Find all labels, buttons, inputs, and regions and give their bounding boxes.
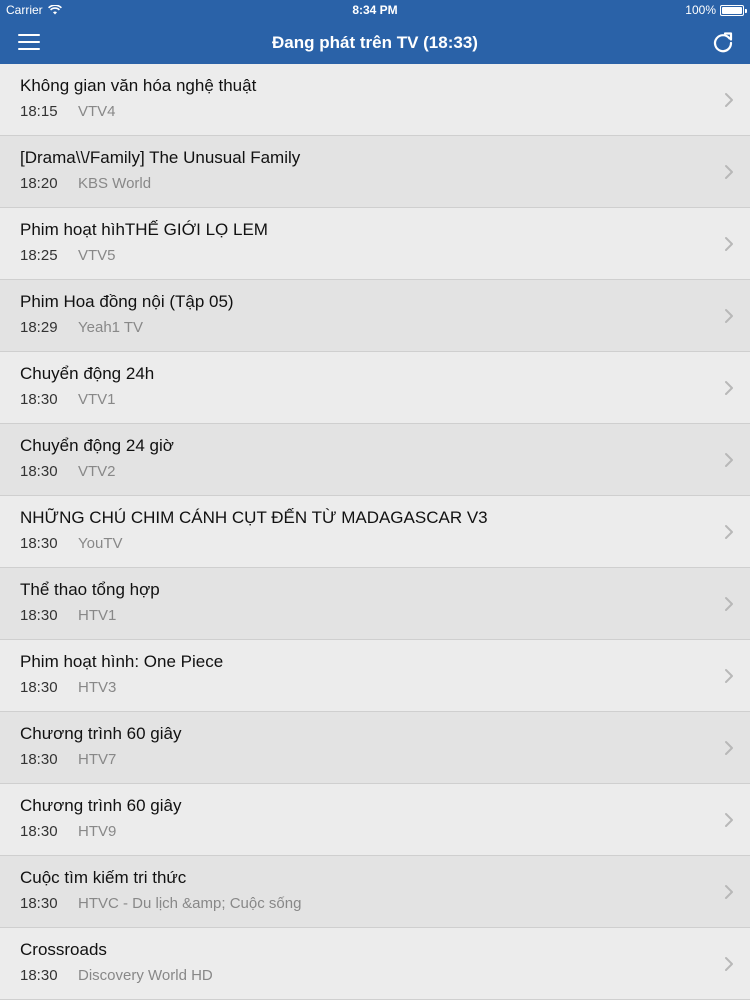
chevron-right-icon	[725, 237, 733, 251]
refresh-button[interactable]	[710, 30, 736, 56]
program-channel: YouTV	[78, 535, 123, 552]
program-title: Crossroads	[20, 940, 107, 959]
program-title: NHỮNG CHÚ CHIM CÁNH CỤT ĐẾN TỪ MADAGASCA…	[20, 508, 488, 527]
program-row[interactable]: Thể thao tổng hợp 18:30 HTV1	[0, 568, 750, 640]
program-channel: HTV1	[78, 607, 117, 624]
program-row[interactable]: Chương trình 60 giây 18:30 HTV7	[0, 712, 750, 784]
program-time: 18:15	[20, 103, 58, 120]
program-title: Chuyển động 24h	[20, 364, 155, 383]
program-title: Không gian văn hóa nghệ thuật	[20, 76, 257, 95]
program-channel: HTV3	[78, 679, 117, 696]
program-time: 18:30	[20, 391, 58, 408]
program-title: Chuyển động 24 giờ	[20, 436, 174, 455]
chevron-right-icon	[725, 453, 733, 467]
program-title: Phim hoạt hìhTHẾ GIỚI LỌ LEM	[20, 220, 268, 239]
program-channel: VTV4	[78, 103, 116, 120]
program-meta: 18:30 HTV9	[20, 823, 116, 840]
program-row[interactable]: NHỮNG CHÚ CHIM CÁNH CỤT ĐẾN TỪ MADAGASCA…	[0, 496, 750, 568]
program-row[interactable]: Phim Hoa đồng nội (Tập 05) 18:29 Yeah1 TV	[0, 280, 750, 352]
program-row[interactable]: [Drama\\/Family] The Unusual Family 18:20…	[0, 136, 750, 208]
battery-icon	[720, 4, 747, 16]
program-meta: 18:25 VTV5	[20, 247, 116, 264]
navigation-bar: Đang phát trên TV (18:33)	[0, 22, 750, 64]
program-meta: 18:30 HTV1	[20, 607, 116, 624]
program-title: Phim hoạt hình: One Piece	[20, 652, 224, 671]
page-title: Đang phát trên TV (18:33)	[272, 33, 478, 52]
chevron-right-icon	[725, 525, 733, 539]
program-channel: HTV9	[78, 823, 117, 840]
program-title: [Drama\\/Family] The Unusual Family	[20, 148, 301, 167]
program-title: Chương trình 60 giây	[20, 796, 182, 815]
program-time: 18:30	[20, 535, 58, 552]
program-list: Không gian văn hóa nghệ thuật 18:15 VTV4 [D…	[0, 64, 750, 1000]
program-meta: 18:30 VTV1	[20, 391, 116, 408]
program-channel: HTV7	[78, 751, 117, 768]
program-row[interactable]: Cuộc tìm kiếm tri thức 18:30 HTVC - Du lịc…	[0, 856, 750, 928]
program-row[interactable]: Phim hoạt hìhTHẾ GIỚI LỌ LEM 18:25 VTV5	[0, 208, 750, 280]
program-channel: Yeah1 TV	[78, 319, 144, 336]
program-time: 18:30	[20, 463, 58, 480]
program-time: 18:30	[20, 895, 58, 912]
program-title: Cuộc tìm kiếm tri thức	[20, 868, 187, 887]
program-meta: 18:30 HTVC - Du lịch &amp; Cuộc sống	[20, 895, 301, 912]
program-time: 18:25	[20, 247, 58, 264]
program-row[interactable]: Chương trình 60 giây 18:30 HTV9	[0, 784, 750, 856]
status-time: 8:34 PM	[352, 3, 398, 17]
chevron-right-icon	[725, 597, 733, 611]
program-channel: KBS World	[78, 175, 152, 192]
program-row[interactable]: Chuyển động 24 giờ 18:30 VTV2	[0, 424, 750, 496]
program-time: 18:30	[20, 967, 58, 984]
refresh-icon	[713, 32, 733, 53]
program-channel: VTV2	[78, 463, 116, 480]
program-meta: 18:29 Yeah1 TV	[20, 319, 143, 336]
program-title: Phim Hoa đồng nội (Tập 05)	[20, 292, 234, 311]
program-time: 18:29	[20, 319, 58, 336]
chevron-right-icon	[725, 957, 733, 971]
chevron-right-icon	[725, 669, 733, 683]
program-time: 18:30	[20, 607, 58, 624]
program-row[interactable]: Không gian văn hóa nghệ thuật 18:15 VTV4	[0, 64, 750, 136]
program-channel: Discovery World HD	[78, 967, 213, 984]
top-bar: Carrier 8:34 PM 100% Đang phát trên TV (…	[0, 0, 750, 64]
program-title: Thể thao tổng hợp	[20, 580, 160, 599]
chevron-right-icon	[725, 165, 733, 179]
chevron-right-icon	[725, 309, 733, 323]
program-meta: 18:15 VTV4	[20, 103, 116, 120]
program-channel: VTV5	[78, 247, 116, 264]
chevron-right-icon	[725, 885, 733, 899]
program-meta: 18:30 Discovery World HD	[20, 967, 213, 984]
chevron-right-icon	[725, 741, 733, 755]
program-time: 18:30	[20, 679, 58, 696]
battery-percent: 100%	[685, 3, 716, 17]
program-time: 18:20	[20, 175, 58, 192]
program-meta: 18:30 HTV7	[20, 751, 116, 768]
program-meta: 18:30 VTV2	[20, 463, 116, 480]
program-meta: 18:30 YouTV	[20, 535, 122, 552]
program-meta: 18:20 KBS World	[20, 175, 151, 192]
chevron-right-icon	[725, 93, 733, 107]
program-title: Chương trình 60 giây	[20, 724, 182, 743]
status-bar: Carrier 8:34 PM 100%	[0, 0, 750, 22]
chevron-right-icon	[725, 381, 733, 395]
program-row[interactable]: Phim hoạt hình: One Piece 18:30 HTV3	[0, 640, 750, 712]
program-time: 18:30	[20, 751, 58, 768]
battery-indicator: 100%	[685, 3, 747, 17]
program-channel: VTV1	[78, 391, 116, 408]
program-channel: HTVC - Du lịch &amp; Cuộc sống	[78, 895, 302, 912]
program-row[interactable]: Chuyển động 24h 18:30 VTV1	[0, 352, 750, 424]
chevron-right-icon	[725, 813, 733, 827]
program-row[interactable]: Crossroads 18:30 Discovery World HD	[0, 928, 750, 1000]
program-meta: 18:30 HTV3	[20, 679, 116, 696]
program-time: 18:30	[20, 823, 58, 840]
